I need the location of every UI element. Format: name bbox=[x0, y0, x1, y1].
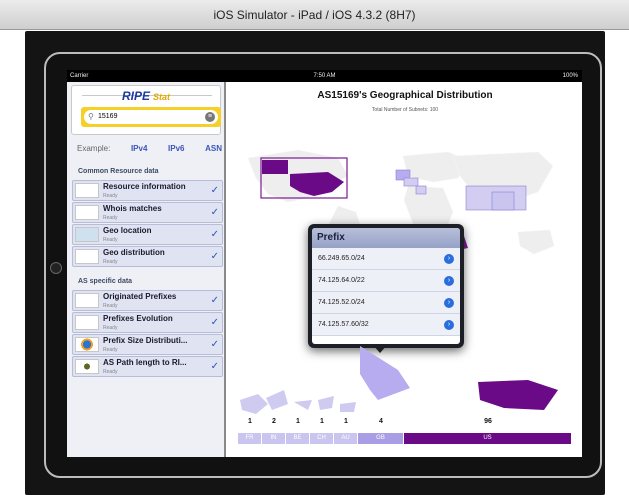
as-path-thumbnail bbox=[75, 359, 99, 374]
prefix-row[interactable]: 74.125.52.0/24 › bbox=[312, 292, 460, 314]
status-bar: Carrier 7:50 AM 100% bbox=[67, 70, 582, 82]
checkmark-icon: ✓ bbox=[210, 207, 219, 218]
count-label-in: 2 bbox=[272, 418, 276, 425]
us-silhouette bbox=[478, 380, 558, 410]
search-value: 15169 bbox=[98, 113, 118, 120]
menu-item-geo-location[interactable]: Geo location Ready ✓ bbox=[72, 224, 223, 245]
whois-thumbnail bbox=[75, 205, 99, 220]
bar-segment-au[interactable]: AU bbox=[334, 433, 358, 444]
clock: 7:50 AM bbox=[313, 73, 336, 79]
prefix-row[interactable]: 74.125.57.60/32 › bbox=[312, 314, 460, 336]
disclosure-arrow-icon[interactable]: › bbox=[444, 276, 454, 286]
resource-info-thumbnail bbox=[75, 183, 99, 198]
checkmark-icon: ✓ bbox=[210, 317, 219, 328]
checkmark-icon: ✓ bbox=[210, 361, 219, 372]
menu-item-originated-prefixes[interactable]: Originated Prefixes Ready ✓ bbox=[72, 290, 223, 311]
disclosure-arrow-icon[interactable]: › bbox=[444, 254, 454, 264]
bar-segment-ch[interactable]: CH bbox=[310, 433, 334, 444]
chart-subtitle: Total Number of Subnets: 100 bbox=[371, 107, 439, 113]
example-label: Example: bbox=[77, 144, 111, 153]
ripe-stat-logo: RIPE Stat bbox=[121, 89, 171, 103]
gb-shape bbox=[360, 346, 410, 400]
simulator-title-bar: iOS Simulator - iPad / iOS 4.3.2 (8H7) bbox=[0, 0, 629, 30]
section-as-specific-title: AS specific data bbox=[78, 278, 133, 285]
ipad-screen: Carrier 7:50 AM 100% RIPE Stat ⚲ 15169 ≡ … bbox=[67, 70, 582, 457]
geo-distribution-thumbnail bbox=[75, 249, 99, 264]
bar-segment-in[interactable]: IN bbox=[262, 433, 286, 444]
pie-chart-icon bbox=[75, 337, 99, 352]
sidebar: RIPE Stat ⚲ 15169 ≡ Example: IPv4 IPv6 AS… bbox=[67, 82, 226, 457]
checkmark-icon: ✓ bbox=[210, 339, 219, 350]
menu-item-prefixes-evolution[interactable]: Prefixes Evolution Ready ✓ bbox=[72, 312, 223, 333]
menu-item-prefix-size-distribution[interactable]: Prefix Size Distributi... Ready ✓ bbox=[72, 334, 223, 355]
chart-title: AS15169's Geographical Distribution bbox=[317, 90, 493, 101]
geo-location-thumbnail bbox=[75, 227, 99, 242]
bar-segment-fr[interactable]: FR bbox=[238, 433, 262, 444]
search-panel: RIPE Stat ⚲ 15169 ≡ bbox=[71, 85, 221, 135]
example-ipv4-link[interactable]: IPv4 bbox=[131, 144, 147, 153]
country-silhouettes bbox=[240, 346, 558, 414]
count-label-be: 1 bbox=[296, 418, 300, 425]
popover-title: Prefix bbox=[312, 228, 460, 248]
search-icon: ⚲ bbox=[88, 112, 94, 121]
example-asn-link[interactable]: ASN bbox=[205, 144, 222, 153]
search-bar: ⚲ 15169 ≡ bbox=[81, 107, 221, 127]
clear-search-icon[interactable]: ≡ bbox=[205, 112, 215, 122]
prefix-row[interactable]: 66.249.65.0/24 › bbox=[312, 248, 460, 270]
home-button-icon[interactable] bbox=[50, 262, 62, 274]
main-panel: AS15169's Geographical Distribution Tota… bbox=[228, 82, 582, 457]
count-label-us: 96 bbox=[484, 418, 492, 425]
example-links: Example: IPv4 IPv6 ASN bbox=[77, 144, 222, 153]
count-label-fr: 1 bbox=[248, 418, 252, 425]
menu-item-whois-matches[interactable]: Whois matches Ready ✓ bbox=[72, 202, 223, 223]
menu-item-geo-distribution[interactable]: Geo distribution Ready ✓ bbox=[72, 246, 223, 267]
checkmark-icon: ✓ bbox=[210, 251, 219, 262]
checkmark-icon: ✓ bbox=[210, 185, 219, 196]
bar-segment-gb[interactable]: GB bbox=[358, 433, 404, 444]
checkmark-icon: ✓ bbox=[210, 295, 219, 306]
count-label-ch: 1 bbox=[320, 418, 324, 425]
window-title: iOS Simulator - iPad / iOS 4.3.2 (8H7) bbox=[213, 8, 416, 22]
count-label-gb: 4 bbox=[379, 418, 383, 425]
battery-level: 100% bbox=[562, 73, 578, 79]
search-input[interactable]: ⚲ 15169 ≡ bbox=[84, 110, 218, 124]
count-label-au: 1 bbox=[344, 418, 348, 425]
prefix-row[interactable]: 74.125.64.0/22 › bbox=[312, 270, 460, 292]
menu-item-resource-information[interactable]: Resource information Ready ✓ bbox=[72, 180, 223, 201]
prefix-popover: Prefix 66.249.65.0/24 › 74.125.64.0/22 ›… bbox=[308, 224, 464, 348]
menu-item-as-path-length[interactable]: AS Path length to RI... Ready ✓ bbox=[72, 356, 223, 377]
originated-prefixes-thumbnail bbox=[75, 293, 99, 308]
checkmark-icon: ✓ bbox=[210, 229, 219, 240]
example-ipv6-link[interactable]: IPv6 bbox=[168, 144, 184, 153]
disclosure-arrow-icon[interactable]: › bbox=[444, 320, 454, 330]
bar-segment-us[interactable]: US bbox=[404, 433, 572, 444]
prefixes-evolution-thumbnail bbox=[75, 315, 99, 330]
section-common-title: Common Resource data bbox=[78, 168, 159, 175]
bar-segment-be[interactable]: BE bbox=[286, 433, 310, 444]
disclosure-arrow-icon[interactable]: › bbox=[444, 298, 454, 308]
